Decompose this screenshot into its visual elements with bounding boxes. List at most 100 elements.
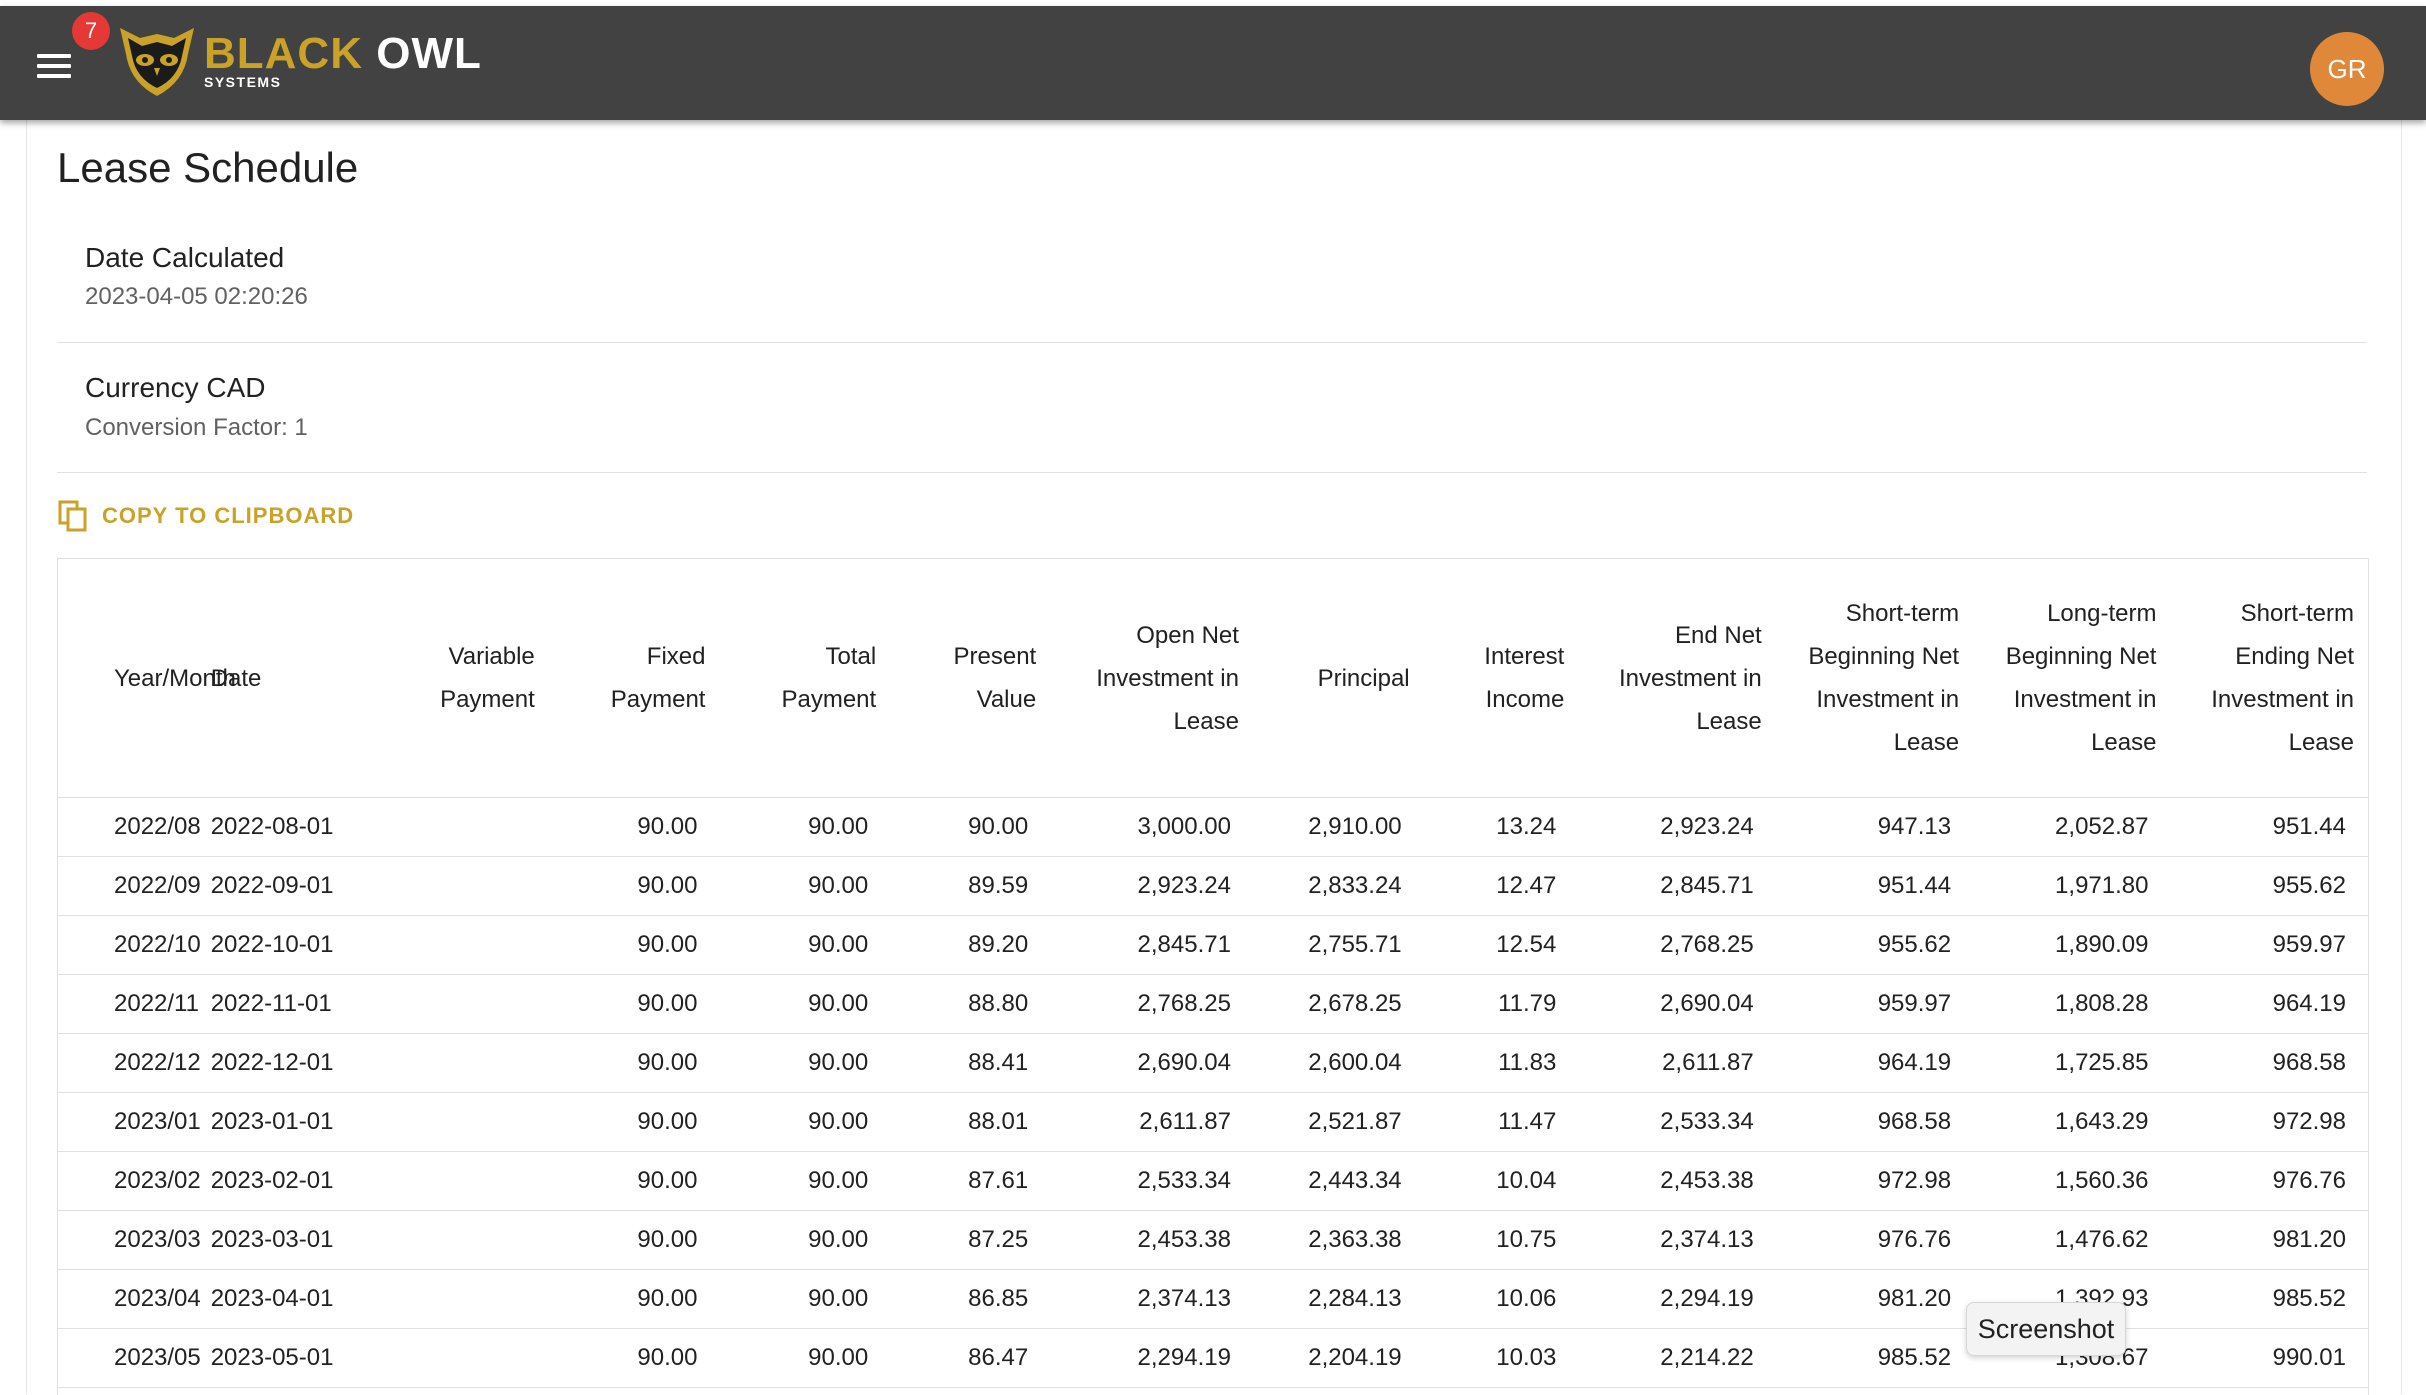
table-cell: 2022-10-01 bbox=[197, 916, 389, 975]
table-cell: 2023/02 bbox=[58, 1152, 197, 1211]
table-cell: 981.20 bbox=[1776, 1270, 1973, 1329]
table-cell: 951.44 bbox=[2170, 798, 2368, 857]
table-cell: 2023-01-01 bbox=[197, 1093, 389, 1152]
table-cell bbox=[389, 1093, 549, 1152]
table-cell bbox=[389, 857, 549, 916]
table-row: 2023/012023-01-0190.0090.0088.012,611.87… bbox=[58, 1093, 2368, 1152]
copy-to-clipboard-button[interactable]: COPY TO CLIPBOARD bbox=[58, 496, 354, 536]
table-cell: 90.00 bbox=[549, 857, 720, 916]
table-cell: 90.00 bbox=[719, 975, 890, 1034]
table-cell: 2,453.38 bbox=[1578, 1152, 1775, 1211]
divider bbox=[57, 342, 2367, 343]
table-cell: 90.00 bbox=[719, 1034, 890, 1093]
table-cell: 2022-12-01 bbox=[197, 1034, 389, 1093]
table-cell: 2,052.87 bbox=[1973, 798, 2170, 857]
top-app-bar: 7 BLACK OWL SYSTEMS GR bbox=[0, 6, 2426, 120]
table-cell: 90.00 bbox=[549, 916, 720, 975]
table-cell: 2,923.24 bbox=[1578, 798, 1775, 857]
menu-icon[interactable] bbox=[34, 48, 74, 88]
table-row: 2022/102022-10-0190.0090.0089.202,845.71… bbox=[58, 916, 2368, 975]
table-cell: 10.06 bbox=[1424, 1270, 1579, 1329]
table-cell: 955.62 bbox=[2170, 857, 2368, 916]
table-cell: 10.04 bbox=[1424, 1152, 1579, 1211]
table-cell: 90.00 bbox=[719, 1211, 890, 1270]
table-cell: 2022-09-01 bbox=[197, 857, 389, 916]
avatar[interactable]: GR bbox=[2310, 32, 2384, 106]
table-cell: 2,690.04 bbox=[1578, 975, 1775, 1034]
table-cell: 90.00 bbox=[890, 798, 1050, 857]
table-cell: 90.00 bbox=[549, 1329, 720, 1388]
table-cell: 90.00 bbox=[719, 1329, 890, 1388]
table-cell: 90.00 bbox=[719, 857, 890, 916]
table-cell: 1,476.62 bbox=[1973, 1211, 2170, 1270]
column-header: Present Value bbox=[890, 559, 1050, 798]
table-cell: 2022/08 bbox=[58, 798, 197, 857]
table-cell bbox=[389, 798, 549, 857]
table-cell: 1,725.85 bbox=[1973, 1034, 2170, 1093]
table-cell: 87.61 bbox=[890, 1152, 1050, 1211]
table-cell: 2023/03 bbox=[58, 1211, 197, 1270]
table-cell: 1,643.29 bbox=[1973, 1093, 2170, 1152]
table-cell: 2023-02-01 bbox=[197, 1152, 389, 1211]
table-cell: 990.01 bbox=[2170, 1329, 2368, 1388]
table-cell: 90.00 bbox=[549, 1211, 720, 1270]
table-cell: 2023/01 bbox=[58, 1093, 197, 1152]
table-cell: 2,374.13 bbox=[1578, 1211, 1775, 1270]
table-cell: 2,678.25 bbox=[1253, 975, 1424, 1034]
brand-name[interactable]: BLACK OWL bbox=[204, 28, 482, 80]
table-cell: 2022/09 bbox=[58, 857, 197, 916]
table-cell: 1,808.28 bbox=[1973, 975, 2170, 1034]
table-cell: 2,600.04 bbox=[1253, 1034, 1424, 1093]
column-header: Date bbox=[197, 559, 389, 798]
copy-to-clipboard-label: COPY TO CLIPBOARD bbox=[102, 503, 354, 529]
table-cell: 2022/12 bbox=[58, 1034, 197, 1093]
table-cell: 2,611.87 bbox=[1578, 1034, 1775, 1093]
table-cell: 89.59 bbox=[890, 857, 1050, 916]
table-cell bbox=[389, 1329, 549, 1388]
table-cell: 86.47 bbox=[890, 1329, 1050, 1388]
table-cell: 12.47 bbox=[1424, 857, 1579, 916]
table-cell: 11.83 bbox=[1424, 1034, 1579, 1093]
table-cell: 2022/11 bbox=[58, 975, 197, 1034]
conversion-factor: Conversion Factor: 1 bbox=[85, 414, 308, 442]
table-cell: 2,690.04 bbox=[1050, 1034, 1253, 1093]
column-header: Fixed Payment bbox=[549, 559, 720, 798]
table-row: 2022/082022-08-0190.0090.0090.003,000.00… bbox=[58, 798, 2368, 857]
table-row: 2022/092022-09-0190.0090.0089.592,923.24… bbox=[58, 857, 2368, 916]
table-cell: 13.24 bbox=[1424, 798, 1579, 857]
table-cell: 89.20 bbox=[890, 916, 1050, 975]
table-cell: 87.25 bbox=[890, 1211, 1050, 1270]
table-cell: 1,560.36 bbox=[1973, 1152, 2170, 1211]
brand-subtitle: SYSTEMS bbox=[204, 74, 281, 90]
table-row: 2022/112022-11-0190.0090.0088.802,768.25… bbox=[58, 975, 2368, 1034]
table-cell: 2,910.00 bbox=[1253, 798, 1424, 857]
table-cell bbox=[389, 1270, 549, 1329]
notification-badge[interactable]: 7 bbox=[72, 12, 110, 50]
table-cell: 968.58 bbox=[2170, 1034, 2368, 1093]
table-cell: 2,833.24 bbox=[1253, 857, 1424, 916]
table-cell: 2,611.87 bbox=[1050, 1093, 1253, 1152]
table-cell: 2023-04-01 bbox=[197, 1270, 389, 1329]
divider bbox=[57, 472, 2367, 473]
table-cell: 2,294.19 bbox=[1578, 1270, 1775, 1329]
table-cell: 2,768.25 bbox=[1578, 916, 1775, 975]
table-cell: 964.19 bbox=[1776, 1034, 1973, 1093]
table-cell: 976.76 bbox=[2170, 1152, 2368, 1211]
page-title: Lease Schedule bbox=[57, 144, 358, 192]
table-cell: 90.00 bbox=[549, 1270, 720, 1329]
brand-name-part2: OWL bbox=[376, 29, 482, 78]
table-cell: 2022/10 bbox=[58, 916, 197, 975]
brand-name-part1: BLACK bbox=[204, 29, 363, 78]
table-cell: 959.97 bbox=[1776, 975, 1973, 1034]
table-cell: 2023-03-01 bbox=[197, 1211, 389, 1270]
table-cell: 90.00 bbox=[719, 916, 890, 975]
table-cell: 2,214.22 bbox=[1578, 1329, 1775, 1388]
table-cell: 955.62 bbox=[1776, 916, 1973, 975]
table-cell: 90.00 bbox=[549, 798, 720, 857]
table-cell: 2,533.34 bbox=[1050, 1152, 1253, 1211]
table-cell: 12.54 bbox=[1424, 916, 1579, 975]
date-calculated-value: 2023-04-05 02:20:26 bbox=[85, 283, 308, 311]
table-cell: 2023/04 bbox=[58, 1270, 197, 1329]
table-cell: 1,971.80 bbox=[1973, 857, 2170, 916]
table-cell: 951.44 bbox=[1776, 857, 1973, 916]
